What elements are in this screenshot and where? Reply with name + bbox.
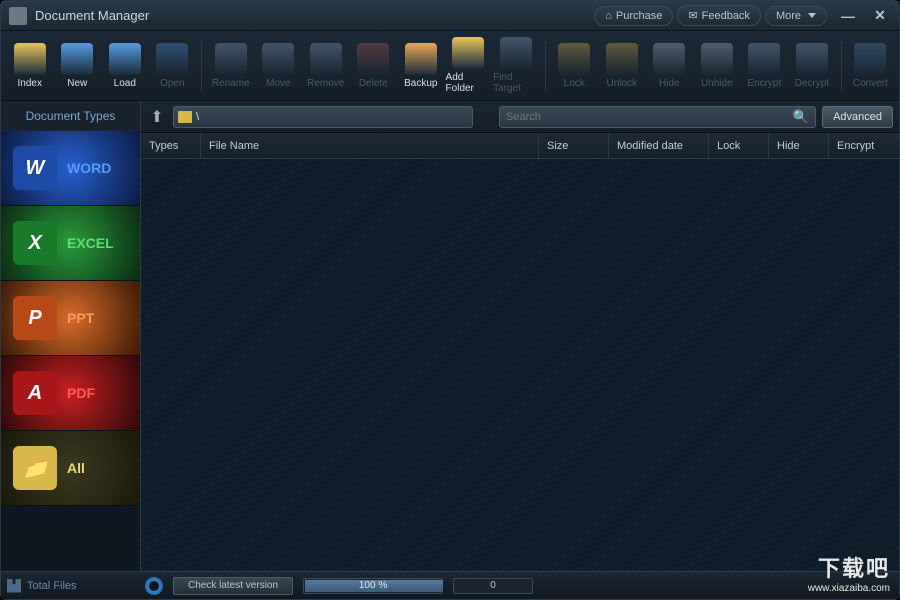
unhide-button: Unhide [694, 36, 740, 96]
folder-icon [178, 111, 192, 123]
search-icon: 🔍 [793, 109, 809, 125]
decrypt-button: Decrypt [789, 36, 835, 96]
new-icon [61, 43, 93, 75]
total-files: Total Files [7, 579, 135, 593]
delete-icon [357, 43, 389, 75]
unlock-icon [606, 43, 638, 75]
progress-bar: 100 % [303, 578, 443, 594]
backup-button[interactable]: Backup [398, 36, 444, 96]
separator [841, 41, 842, 91]
delete-button: Delete [351, 36, 397, 96]
col-filename[interactable]: File Name [201, 133, 539, 158]
move-button: Move [255, 36, 301, 96]
word-icon: W [13, 146, 57, 190]
open-icon [156, 43, 188, 75]
encrypt-button: Encrypt [742, 36, 788, 96]
toolbar: IndexNewLoadOpen RenameMoveRemoveDeleteBa… [1, 31, 899, 101]
up-arrow-icon[interactable]: ⬆ [147, 107, 167, 127]
minimize-button[interactable]: — [837, 5, 859, 27]
type-ppt[interactable]: PPPT [1, 281, 140, 356]
advanced-button[interactable]: Advanced [822, 106, 893, 128]
count-box: 0 [453, 578, 533, 594]
unhide-icon [701, 43, 733, 75]
remove-icon [310, 43, 342, 75]
type-pdf[interactable]: APDF [1, 356, 140, 431]
puzzle-icon [7, 579, 21, 593]
col-modified[interactable]: Modified date [609, 133, 709, 158]
type-word[interactable]: WWORD [1, 131, 140, 206]
addfolder-button[interactable]: Add Folder [446, 36, 492, 96]
all-icon: 📁 [13, 446, 57, 490]
backup-icon [405, 43, 437, 75]
excel-icon: X [13, 221, 57, 265]
encrypt-icon [748, 43, 780, 75]
status-bar: Total Files Check latest version 100 % 0 [1, 571, 899, 599]
findtarget-button: Find Target [493, 36, 539, 96]
main-panel: ⬆ \ 🔍 Advanced Types File Name Size Modi… [141, 101, 899, 571]
move-icon [262, 43, 294, 75]
load-icon [109, 43, 141, 75]
open-button: Open [150, 36, 196, 96]
convert-button: Convert [847, 36, 893, 96]
titlebar: Document Manager ⌂Purchase ✉Feedback Mor… [1, 1, 899, 31]
sidebar-header: Document Types [1, 101, 140, 131]
col-lock[interactable]: Lock [709, 133, 769, 158]
check-version-button[interactable]: Check latest version [173, 577, 293, 595]
col-encrypt[interactable]: Encrypt [829, 133, 899, 158]
hide-icon [653, 43, 685, 75]
load-button[interactable]: Load [102, 36, 148, 96]
separator [545, 41, 546, 91]
decrypt-icon [796, 43, 828, 75]
path-input[interactable]: \ [173, 106, 473, 128]
file-list [141, 159, 899, 571]
cart-icon: ⌂ [605, 10, 612, 22]
gear-icon[interactable] [145, 577, 163, 595]
findtarget-icon [500, 37, 532, 69]
convert-icon [854, 43, 886, 75]
mail-icon: ✉ [688, 9, 697, 22]
col-size[interactable]: Size [539, 133, 609, 158]
remove-button: Remove [303, 36, 349, 96]
chevron-down-icon [808, 13, 816, 18]
more-button[interactable]: More [765, 6, 827, 26]
feedback-button[interactable]: ✉Feedback [677, 5, 761, 26]
rename-button: Rename [208, 36, 254, 96]
index-button[interactable]: Index [7, 36, 53, 96]
sidebar: Document Types WWORDXEXCELPPPTAPDF📁All [1, 101, 141, 571]
path-bar: ⬆ \ 🔍 Advanced [141, 101, 899, 133]
ppt-icon: P [13, 296, 57, 340]
purchase-button[interactable]: ⌂Purchase [594, 6, 673, 26]
app-icon [9, 7, 27, 25]
column-header: Types File Name Size Modified date Lock … [141, 133, 899, 159]
hide-button: Hide [647, 36, 693, 96]
close-button[interactable]: ✕ [869, 5, 891, 27]
lock-icon [558, 43, 590, 75]
index-icon [14, 43, 46, 75]
type-all[interactable]: 📁All [1, 431, 140, 506]
search-input[interactable]: 🔍 [499, 106, 816, 128]
unlock-button: Unlock [599, 36, 645, 96]
col-hide[interactable]: Hide [769, 133, 829, 158]
col-types[interactable]: Types [141, 133, 201, 158]
separator [201, 41, 202, 91]
type-excel[interactable]: XEXCEL [1, 206, 140, 281]
lock-button: Lock [551, 36, 597, 96]
addfolder-icon [452, 37, 484, 69]
new-button[interactable]: New [55, 36, 101, 96]
pdf-icon: A [13, 371, 57, 415]
rename-icon [215, 43, 247, 75]
app-title: Document Manager [35, 8, 590, 23]
